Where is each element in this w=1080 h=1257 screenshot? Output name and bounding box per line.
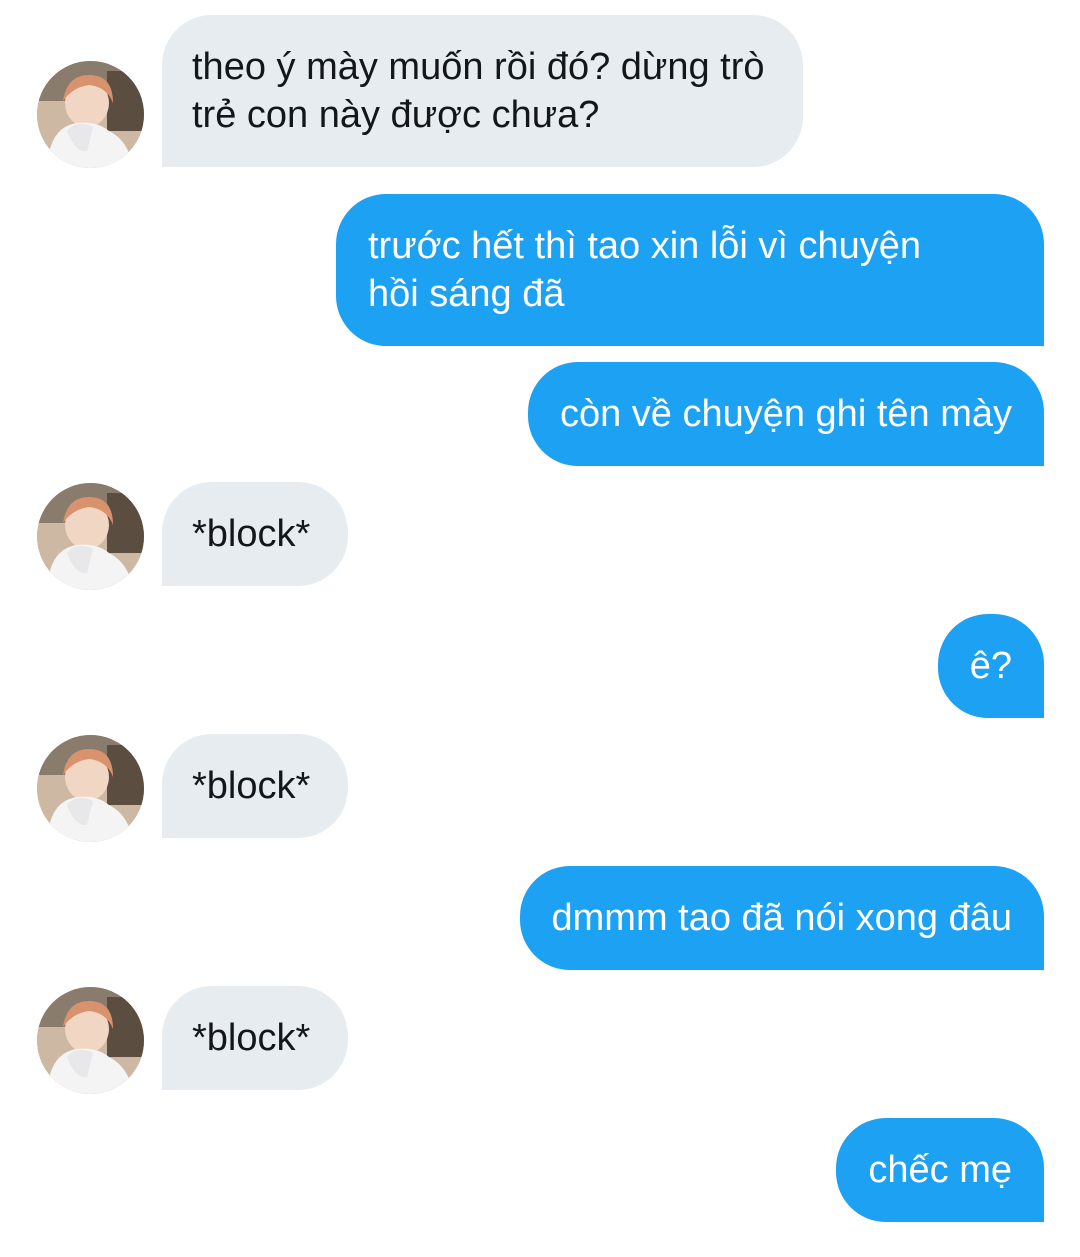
user-avatar-photo-icon: [37, 735, 144, 842]
message-text: chếc mẹ: [868, 1149, 1012, 1191]
contact-avatar[interactable]: [37, 735, 144, 842]
message-text: trẻ con này được chưa?: [192, 94, 600, 136]
incoming-message-bubble[interactable]: *block*: [162, 482, 349, 586]
incoming-message-bubble[interactable]: *block*: [162, 734, 349, 838]
outgoing-message-bubble[interactable]: chếc mẹ: [836, 1118, 1044, 1222]
message-text: *block*: [192, 513, 311, 555]
outgoing-message-bubble[interactable]: trước hết thì tao xin lỗi vì chuyện hồi …: [336, 194, 1044, 346]
contact-avatar[interactable]: [37, 483, 144, 590]
user-avatar-photo-icon: [37, 987, 144, 1094]
user-avatar-photo-icon: [37, 483, 144, 590]
contact-avatar[interactable]: [37, 987, 144, 1094]
message-text: *block*: [192, 1017, 311, 1059]
message-text: trước hết thì tao xin lỗi vì chuyện: [368, 225, 922, 267]
message-text: *block*: [192, 765, 311, 807]
message-text: theo ý mày muốn rồi đó? dừng trò: [192, 46, 765, 88]
incoming-message-bubble[interactable]: *block*: [162, 986, 349, 1090]
outgoing-message-bubble[interactable]: dmmm tao đã nói xong đâu: [519, 866, 1044, 970]
user-avatar-photo-icon: [37, 61, 144, 168]
message-text: ê?: [969, 645, 1012, 687]
outgoing-message-bubble[interactable]: còn về chuyện ghi tên mày: [527, 362, 1044, 466]
incoming-message-bubble[interactable]: theo ý mày muốn rồi đó? dừng trò trẻ con…: [162, 15, 803, 167]
contact-avatar[interactable]: [37, 61, 144, 168]
message-text: còn về chuyện ghi tên mày: [559, 393, 1012, 435]
message-text: dmmm tao đã nói xong đâu: [551, 897, 1013, 939]
outgoing-message-bubble[interactable]: ê?: [937, 614, 1044, 718]
message-text: hồi sáng đã: [368, 273, 565, 315]
